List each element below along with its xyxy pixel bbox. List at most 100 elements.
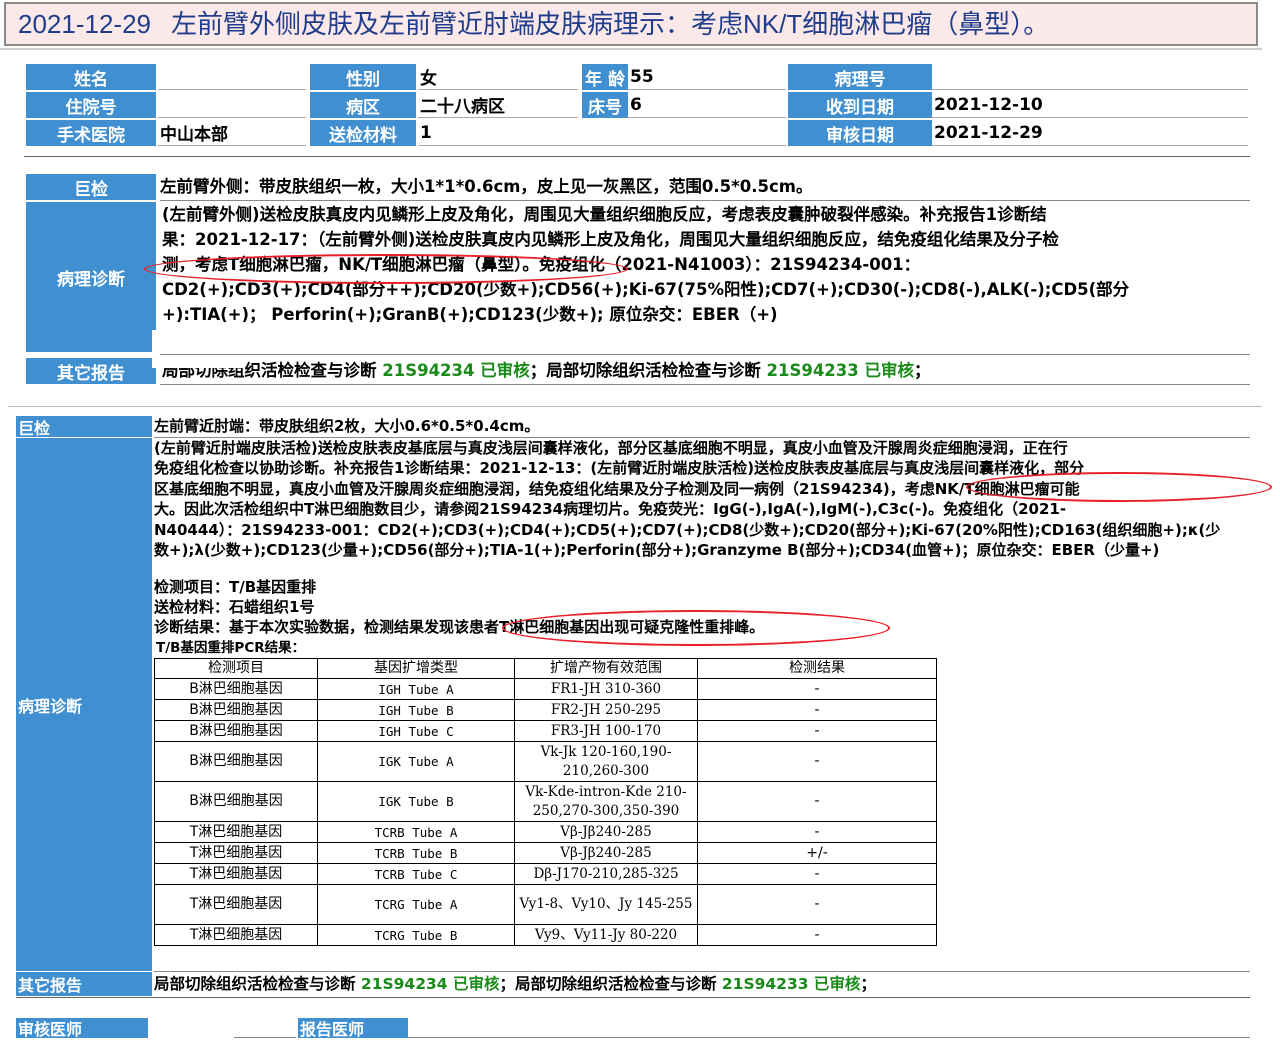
column-header: 扩增产物有效范围 [514, 658, 698, 679]
table-cell: - [697, 863, 937, 885]
column-header: 检测结果 [697, 658, 937, 679]
table-cell: IGH Tube B [317, 699, 515, 721]
table-body: B淋巴细胞基因 IGH Tube A FR1-JH 310-360- B淋巴细胞基因 I… [154, 678, 937, 946]
table-row: T淋巴细胞基因 TCRG Tube B Vy9、Vy11-Jy 80-220- [154, 924, 937, 946]
status-badge: 21S94233 已审核 [721, 975, 861, 993]
table-cell: IGK Tube A [317, 741, 515, 782]
table-cell: B淋巴细胞基因 [154, 720, 318, 742]
table-cell: IGH Tube A [317, 678, 515, 700]
admission-value [158, 92, 306, 118]
table-cell: B淋巴细胞基因 [154, 699, 318, 721]
divider [234, 1037, 296, 1038]
admission-label: 住院号 [26, 92, 156, 118]
gross-text: 左前臂外侧：带皮肤组织一枚，大小1*1*0.6cm，皮上见一灰黑区，范围0.5*… [160, 177, 813, 196]
table-row: B淋巴细胞基因 IGK Tube A Vk-Jk 120-160,190-210,2… [154, 741, 937, 782]
table-cell: - [697, 821, 937, 843]
divider [160, 354, 1250, 355]
diagnosis-label: 病理诊断 [16, 438, 152, 971]
divider [24, 156, 1250, 157]
divider [16, 997, 1250, 998]
table-cell: T淋巴细胞基因 [154, 842, 318, 864]
table-cell: IGH Tube C [317, 720, 515, 742]
page-title: 2021-12-29 左前臂外侧皮肤及左前臂近肘端皮肤病理示：考虑NK/T细胞淋巴… [4, 2, 1258, 46]
table-cell: B淋巴细胞基因 [154, 678, 318, 700]
diagnosis-line: (左前臂近肘端皮肤活检)送检皮肤表皮基底层与真皮浅层间囊样液化，部分区基底细胞不… [154, 439, 1068, 457]
column-header: 检测项目 [154, 658, 318, 679]
divider [8, 406, 1262, 407]
ward-value: 二十八病区 [418, 92, 578, 118]
diagnosis-line: N40444）：21S94233-001：CD2(+);CD3(+);CD4(+… [154, 520, 1221, 539]
table-cell: FR2-JH 250-295 [514, 699, 698, 721]
column-header: 基因扩增类型 [317, 658, 515, 679]
material-label: 送检材料 [310, 120, 416, 146]
divider [160, 200, 1250, 201]
table-header-row: 检测项目 基因扩增类型 扩增产物有效范围 检测结果 [154, 658, 937, 679]
table-row: B淋巴细胞基因 IGH Tube B FR2-JH 250-295- [154, 699, 937, 721]
table-row: T淋巴细胞基因 TCRB Tube B Vβ-Jβ240-285 +/- [154, 842, 937, 864]
sex-label: 性别 [310, 64, 416, 90]
material-value: 1 [418, 120, 786, 146]
table-cell: TCRG Tube A [317, 884, 515, 925]
age-label: 年 龄 [582, 64, 628, 90]
status-badge: 21S94233 已审核 [766, 361, 915, 380]
table-cell: - [697, 699, 937, 721]
table-row: B淋巴细胞基因 IGK Tube B Vk-Kde-intron-Kde 210-2… [154, 781, 937, 822]
table-cell: - [697, 884, 937, 925]
gross-text: 左前臂近肘端：带皮肤组织2枚，大小0.6*0.5*0.4cm。 [154, 417, 540, 435]
table-cell: TCRB Tube B [317, 842, 515, 864]
status-badge: 21S94234 已审核 [360, 975, 500, 993]
table-cell: - [697, 741, 937, 782]
bed-value: 6 [628, 92, 786, 118]
table-cell: FR3-JH 100-170 [514, 720, 698, 742]
received-date-value: 2021-12-10 [932, 92, 1248, 118]
other-reports-text: 局部切除组织活检检查与诊断 21S94234 已审核；局部切除组织活检检查与诊断… [162, 361, 931, 380]
table-cell: Vk-Jk 120-160,190-210,260-300 [514, 741, 698, 782]
hospital-label: 手术医院 [26, 120, 156, 146]
review-date-label: 审核日期 [788, 120, 932, 146]
hospital-value: 中山本部 [158, 120, 306, 146]
received-date-label: 收到日期 [788, 92, 932, 118]
bed-label: 床号 [582, 92, 628, 118]
table-cell: Vβ-Jβ240-285 [514, 821, 698, 843]
redaction [152, 330, 198, 354]
table-cell: Vy9、Vy11-Jy 80-220 [514, 924, 698, 946]
test-item: 检测项目：T/B基因重排 [154, 578, 317, 596]
divider [0, 48, 1262, 50]
table-cell: Vk-Kde-intron-Kde 210-250,270-300,350-39… [514, 781, 698, 822]
age-value: 55 [628, 64, 786, 90]
table-cell: - [697, 924, 937, 946]
table-cell: T淋巴细胞基因 [154, 821, 318, 843]
gross-label: 巨检 [26, 174, 156, 200]
diagnosis-line: 大。因此次活检组织中T淋巴细胞数目少，请参阅21S94234病理切片。免疫荧光：… [154, 500, 1067, 519]
other-reports-text: 局部切除组织活检检查与诊断 21S94234 已审核；局部切除组织活检检查与诊断… [154, 975, 876, 993]
other-reports-label: 其它报告 [26, 358, 156, 384]
redaction [152, 358, 244, 368]
table-cell: +/- [697, 842, 937, 864]
table-cell: Vy1-8、Vy10、Jy 145-255 [514, 884, 698, 925]
diagnosis-line: 数+);λ(少数+);CD123(少量+);CD56(部分+);TIA-1(+)… [154, 541, 1160, 560]
table-cell: B淋巴细胞基因 [154, 741, 318, 782]
table-cell: T淋巴细胞基因 [154, 924, 318, 946]
annotation-circle [502, 610, 890, 646]
table-cell: T淋巴细胞基因 [154, 863, 318, 885]
table-row: B淋巴细胞基因 IGH Tube A FR1-JH 310-360- [154, 678, 937, 700]
table-cell: - [697, 678, 937, 700]
title-date: 2021-12-29 [18, 9, 151, 39]
other-reports-label: 其它报告 [16, 972, 152, 996]
table-row: T淋巴细胞基因 TCRB Tube C Dβ-J170-210,285-325- [154, 863, 937, 885]
reporter-label: 报告医师 [298, 1018, 408, 1039]
ward-label: 病区 [310, 92, 416, 118]
table-cell: IGK Tube B [317, 781, 515, 822]
sex-value: 女 [418, 64, 578, 90]
annotation-circle [144, 254, 628, 284]
diagnosis-line: (左前臂外侧)送检皮肤真皮内见鳞形上皮及角化，周围见大量组织细胞反应，考虑表皮囊… [162, 205, 1047, 224]
title-text: 左前臂外侧皮肤及左前臂近肘端皮肤病理示：考虑NK/T细胞淋巴瘤（鼻型）。 [171, 9, 1050, 39]
table-cell: FR1-JH 310-360 [514, 678, 698, 700]
table-cell: Dβ-J170-210,285-325 [514, 863, 698, 885]
pathology-no-value [932, 64, 1248, 90]
table-cell: TCRB Tube C [317, 863, 515, 885]
table-cell: - [697, 720, 937, 742]
table-cell: B淋巴细胞基因 [154, 781, 318, 822]
name-value [158, 64, 306, 90]
table-cell: Vβ-Jβ240-285 [514, 842, 698, 864]
